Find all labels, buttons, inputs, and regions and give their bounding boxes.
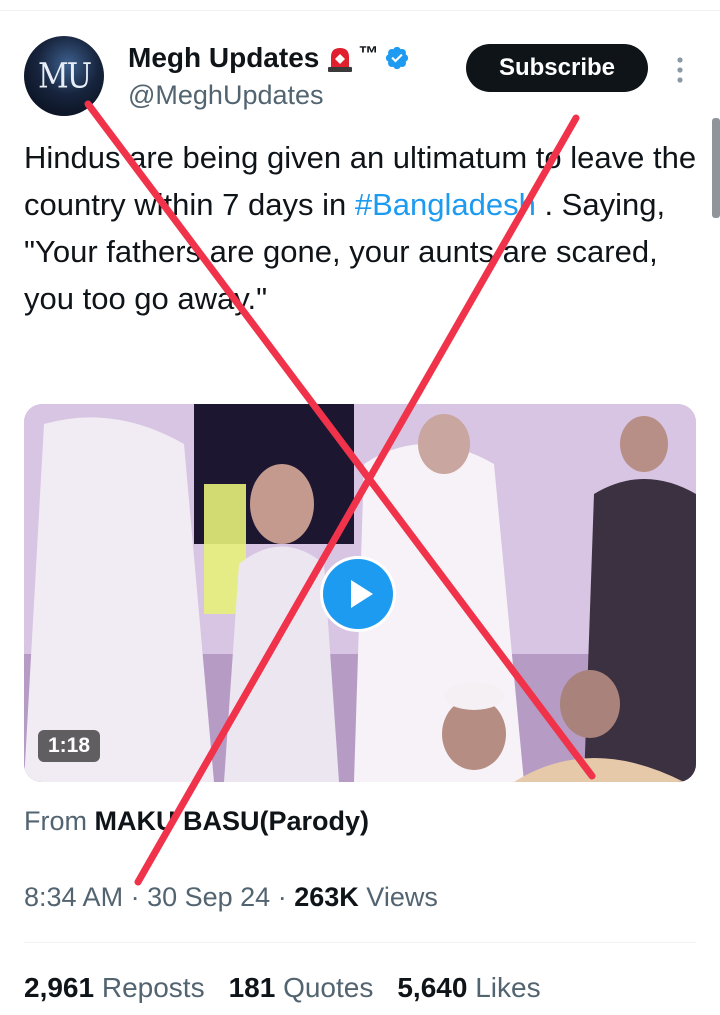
video-duration: 1:18 xyxy=(38,730,101,762)
source-prefix: From xyxy=(24,806,87,836)
reposts-count: 2,961 xyxy=(24,972,95,1003)
likes-count: 5,640 xyxy=(397,972,468,1003)
author-name-row: Megh Updates ™ xyxy=(128,42,410,74)
play-button[interactable] xyxy=(320,556,396,632)
tweet-meta: 8:34 AM · 30 Sep 24 · 263K Views xyxy=(24,882,438,913)
avatar[interactable]: MU xyxy=(24,36,104,116)
author-handle[interactable]: @MeghUpdates xyxy=(128,80,324,111)
trademark-symbol: ™ xyxy=(358,42,379,65)
reposts-stat[interactable]: 2,961 Reposts xyxy=(24,972,205,1004)
meta-separator-1: · xyxy=(130,882,140,912)
hashtag-link[interactable]: #Bangladesh xyxy=(355,187,536,222)
more-vertical-icon[interactable] xyxy=(672,55,688,85)
views-count: 263K xyxy=(294,882,359,912)
video-source: From MAKU BASU(Parody) xyxy=(24,806,369,837)
meta-separator-2: · xyxy=(277,882,287,912)
likes-stat[interactable]: 5,640 Likes xyxy=(397,972,540,1004)
scrollbar[interactable] xyxy=(712,118,720,218)
quotes-label: Quotes xyxy=(283,972,374,1003)
quotes-stat[interactable]: 181 Quotes xyxy=(229,972,374,1004)
top-divider xyxy=(0,10,720,11)
video-player[interactable]: 1:18 xyxy=(24,404,696,782)
engagement-stats: 2,961 Reposts 181 Quotes 5,640 Likes xyxy=(24,972,565,1004)
quotes-count: 181 xyxy=(228,972,276,1003)
tweet-time[interactable]: 8:34 AM xyxy=(24,882,123,912)
likes-label: Likes xyxy=(475,972,541,1003)
tweet-text: Hindus are being given an ultimatum to l… xyxy=(24,134,704,322)
subscribe-button[interactable]: Subscribe xyxy=(466,44,648,92)
reposts-label: Reposts xyxy=(101,972,205,1003)
views-label: Views xyxy=(366,882,438,912)
tweet-date[interactable]: 30 Sep 24 xyxy=(147,882,270,912)
stats-divider xyxy=(24,942,696,943)
siren-icon xyxy=(328,48,353,72)
verified-badge-icon xyxy=(386,46,409,70)
avatar-text: MU xyxy=(37,55,92,97)
play-icon xyxy=(323,559,393,629)
source-account-link[interactable]: MAKU BASU(Parody) xyxy=(95,806,370,836)
display-name[interactable]: Megh Updates xyxy=(128,42,319,74)
